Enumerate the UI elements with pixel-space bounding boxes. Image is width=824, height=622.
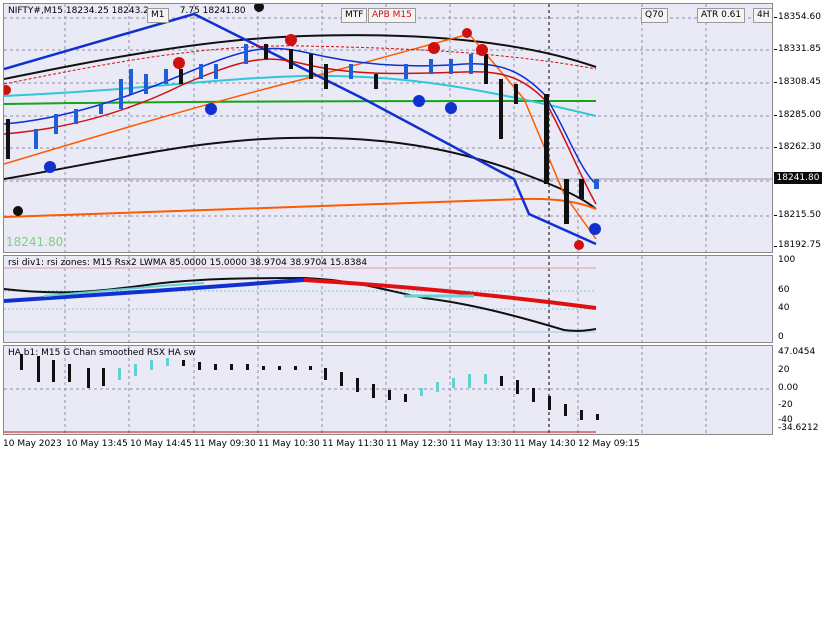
ha-axis-label: 47.0454 — [778, 347, 816, 357]
rsi-axis-label: 40 — [778, 303, 790, 313]
rsi-title: rsi div1: rsi zones: M15 Rsx2 LWMA 85.00… — [8, 258, 368, 268]
price-axis-label: 18192.75 — [778, 240, 821, 250]
price-axis-label: 18308.45 — [778, 77, 821, 87]
green-ma — [4, 100, 597, 105]
time-axis-label: 10 May 2023 — [3, 439, 62, 449]
price-axis-label: 18354.60 — [778, 12, 821, 22]
time-axis-label: 10 May 14:45 — [130, 439, 192, 449]
rsi-axis: 100 60 40 0 — [774, 255, 824, 343]
timeframe-badge[interactable]: M1 — [147, 8, 169, 23]
atr-badge[interactable]: ATR 0.61 — [697, 8, 746, 23]
time-axis-label: 12 May 09:15 — [578, 439, 640, 449]
zigzag-orange — [4, 33, 597, 240]
price-chart-pane[interactable]: NIFTY#,M15 18234.25 18243.2 7.75 18241.8… — [3, 3, 773, 253]
cyan-ma — [4, 74, 597, 117]
time-axis-label: 11 May 11:30 — [322, 439, 384, 449]
zigzag-blue — [4, 12, 597, 246]
ha-bars — [20, 354, 599, 420]
time-axis-label: 11 May 09:30 — [194, 439, 256, 449]
ha-axis-label: -20 — [778, 400, 793, 410]
trading-terminal: NIFTY#,M15 18234.25 18243.2 7.75 18241.8… — [0, 0, 824, 456]
rsi-axis-label: 100 — [778, 255, 796, 265]
ha-axis-label: 0.00 — [778, 383, 799, 393]
apb-badge[interactable]: APB M15 — [368, 8, 416, 23]
ohlc-extra-text: 7.75 18241.80 — [179, 6, 246, 16]
price-axis-label: 18285.00 — [778, 110, 821, 120]
rsi-pane[interactable]: rsi div1: rsi zones: M15 Rsx2 LWMA 85.00… — [3, 255, 773, 343]
time-axis-label: 11 May 12:30 — [386, 439, 448, 449]
price-axis-label: 18331.85 — [778, 44, 821, 54]
symbol-ohlc-text: NIFTY#,M15 18234.25 18243.2 — [8, 6, 149, 16]
time-axis[interactable]: 10 May 2023 10 May 13:45 10 May 14:45 11… — [3, 436, 773, 452]
time-axis-label: 10 May 13:45 — [66, 439, 128, 449]
long-ma — [4, 197, 597, 218]
price-axis-label: 18215.50 — [778, 210, 821, 220]
ha-axis-label: 20 — [778, 365, 790, 375]
symbol-title: NIFTY#,M15 18234.25 18243.2 7.75 18241.8… — [8, 6, 246, 16]
rsi-black-line — [4, 276, 597, 332]
rsi-axis-label: 60 — [778, 285, 790, 295]
ha-axis-label: -34.6212 — [778, 423, 819, 433]
time-axis-label: 11 May 14:30 — [514, 439, 576, 449]
grid — [4, 4, 772, 252]
candles — [6, 44, 599, 224]
current-price-tag: 18241.80 — [774, 172, 822, 184]
price-axis-label: 18262.30 — [778, 142, 821, 152]
rsi-svg — [4, 256, 707, 342]
price-axis[interactable]: 18354.60 18331.85 18308.45 18285.00 1826… — [774, 3, 824, 253]
h4-badge[interactable]: 4H — [753, 8, 772, 23]
time-axis-label: 11 May 10:30 — [258, 439, 320, 449]
mtf-badge[interactable]: MTF — [341, 8, 368, 23]
ha-title: HA b1: M15 G Chan smoothed RSX HA sw — [8, 348, 196, 358]
atr-label: ATR — [701, 10, 719, 20]
price-chart-svg — [4, 4, 772, 252]
red-channel — [4, 58, 597, 205]
time-axis-label: 11 May 13:30 — [450, 439, 512, 449]
left-price-label: 18241.80 — [6, 235, 64, 249]
ha-svg — [4, 346, 772, 434]
rsi-grid — [64, 256, 707, 342]
upper-band — [4, 34, 597, 80]
rsi-axis-label: 0 — [778, 332, 784, 342]
ha-axis: 47.0454 20 0.00 -20 -40 -34.6212 — [774, 345, 824, 435]
ha-pane[interactable]: HA b1: M15 G Chan smoothed RSX HA sw — [3, 345, 773, 435]
atr-value: 0.61 — [721, 10, 742, 20]
q-badge[interactable]: Q70 — [641, 8, 668, 23]
